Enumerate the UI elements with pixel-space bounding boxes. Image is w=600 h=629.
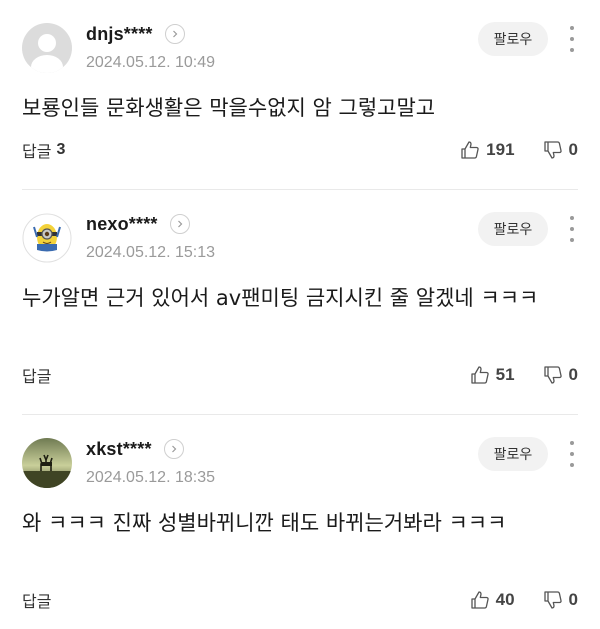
default-user-icon — [22, 23, 72, 73]
username[interactable]: dnjs**** — [86, 24, 153, 45]
username[interactable]: nexo**** — [86, 214, 158, 235]
comment-list: dnjs**** 2024.05.12. 10:49 팔로우 보룡인들 문화생활… — [0, 0, 600, 629]
reply-label: 답글 — [22, 592, 52, 611]
follow-button[interactable]: 팔로우 — [478, 212, 548, 246]
dislike-button[interactable]: 0 — [543, 140, 578, 160]
comment-text: 보룡인들 문화생활은 막을수없지 암 그렇고말고 — [22, 96, 436, 120]
like-count: 40 — [495, 590, 515, 609]
minion-icon — [22, 213, 72, 263]
profile-chevron-icon[interactable] — [164, 24, 185, 44]
comment-item: dnjs**** 2024.05.12. 10:49 팔로우 보룡인들 문화생활… — [0, 0, 600, 190]
thumbs-up-icon — [470, 366, 489, 384]
like-button[interactable]: 51 — [470, 365, 515, 385]
dislike-button[interactable]: 0 — [543, 590, 578, 610]
reply-button[interactable]: 답글 3 — [22, 138, 65, 162]
thumbs-down-icon — [543, 141, 562, 159]
comment-date: 2024.05.12. 10:49 — [86, 54, 216, 71]
dislike-count: 0 — [568, 140, 578, 159]
deer-landscape-icon — [22, 438, 72, 488]
avatar[interactable] — [22, 23, 72, 73]
thumbs-down-icon — [543, 366, 562, 384]
more-options-icon[interactable] — [564, 441, 580, 467]
profile-chevron-icon[interactable] — [169, 214, 190, 234]
avatar[interactable] — [22, 213, 72, 263]
dislike-button[interactable]: 0 — [543, 365, 578, 385]
like-button[interactable]: 40 — [470, 590, 515, 610]
follow-button[interactable]: 팔로우 — [478, 437, 548, 471]
comment-item: nexo**** 2024.05.12. 15:13 팔로우 누가알면 근거 있… — [0, 190, 600, 415]
dislike-count: 0 — [568, 365, 578, 384]
thumbs-up-icon — [470, 591, 489, 609]
profile-chevron-icon[interactable] — [163, 439, 184, 459]
thumbs-down-icon — [543, 591, 562, 609]
comment-item: xkst**** 2024.05.12. 18:35 팔로우 와 ㅋㅋㅋ 진짜 … — [0, 415, 600, 629]
avatar[interactable] — [22, 438, 72, 488]
comment-date: 2024.05.12. 18:35 — [86, 469, 216, 486]
reply-button[interactable]: 답글 — [22, 588, 51, 612]
follow-button[interactable]: 팔로우 — [478, 22, 548, 56]
more-options-icon[interactable] — [564, 26, 580, 52]
dislike-count: 0 — [568, 590, 578, 609]
thumbs-up-icon — [461, 141, 479, 159]
comment-text: 누가알면 근거 있어서 av팬미팅 금지시킨 줄 알겠네 ㅋㅋㅋ — [22, 286, 539, 310]
comment-date: 2024.05.12. 15:13 — [86, 244, 216, 261]
comment-text: 와 ㅋㅋㅋ 진짜 성별바뀌니깐 태도 바뀌는거봐라 ㅋㅋㅋ — [22, 511, 507, 535]
like-count: 51 — [495, 365, 515, 384]
username[interactable]: xkst**** — [86, 439, 152, 460]
reply-count: 3 — [56, 141, 66, 158]
reply-button[interactable]: 답글 — [22, 363, 51, 387]
like-count: 191 — [486, 140, 515, 159]
more-options-icon[interactable] — [564, 216, 580, 242]
like-button[interactable]: 191 — [460, 140, 515, 160]
reply-label: 답글 — [22, 367, 52, 386]
reply-label: 답글 — [22, 142, 52, 161]
